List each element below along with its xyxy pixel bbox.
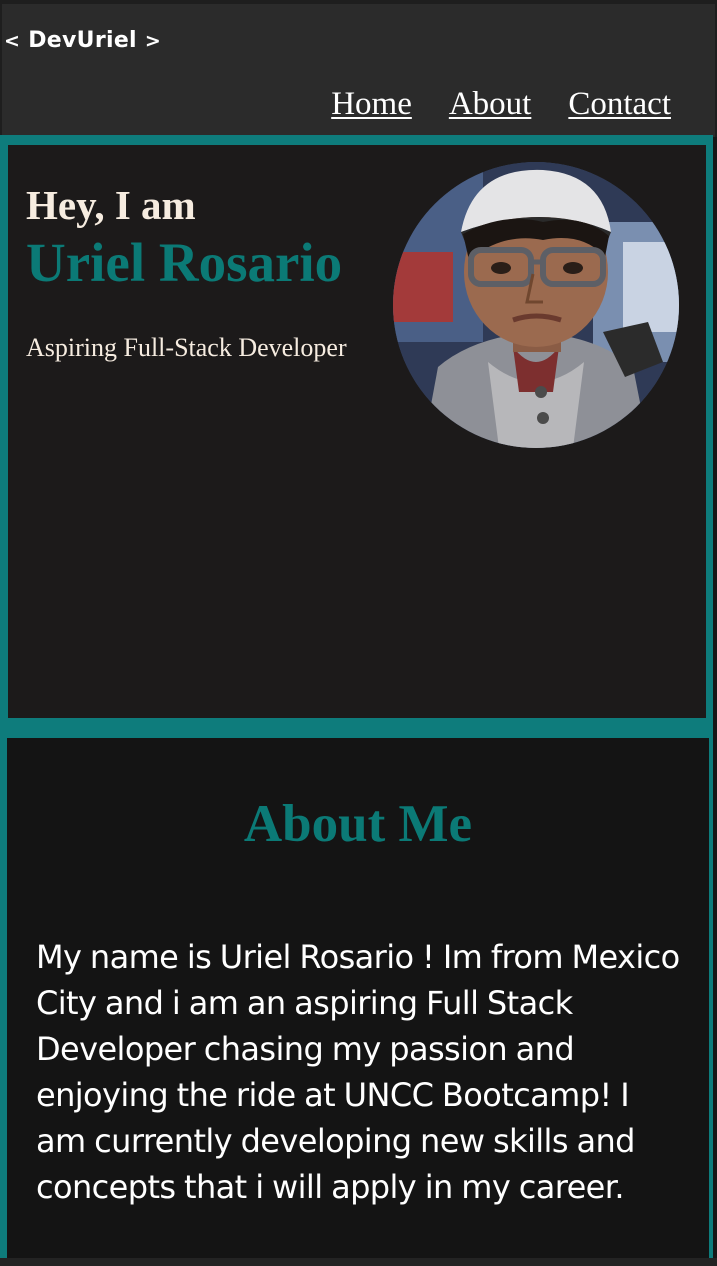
profile-photo-icon <box>393 162 679 448</box>
hero-section: Hey, I am Uriel Rosario Aspiring Full-St… <box>0 135 713 728</box>
about-title: About Me <box>243 795 473 853</box>
nav-link-home[interactable]: Home <box>331 88 412 121</box>
brand-close-bracket: > <box>144 30 162 52</box>
hero-subtitle: Aspiring Full-Stack Developer <box>26 333 347 362</box>
page: < DevUriel > Home About Contact Hey, I am … <box>0 0 717 1266</box>
nav-link-about[interactable]: About <box>449 88 532 121</box>
about-body-text: My name is Uriel Rosario ! Im from Mexic… <box>36 938 680 1206</box>
hero-greeting: Hey, I am <box>26 182 196 228</box>
bottom-strip <box>0 1258 717 1266</box>
hero-name: Uriel Rosario <box>26 232 343 293</box>
main-nav: Home About Contact <box>331 88 671 121</box>
brand-open-bracket: < <box>4 30 21 52</box>
brand-name: DevUriel <box>28 28 137 53</box>
brand-logo[interactable]: < DevUriel > <box>4 28 161 53</box>
avatar <box>393 162 679 448</box>
nav-link-contact[interactable]: Contact <box>568 88 671 121</box>
site-header: < DevUriel > Home About Contact <box>0 0 717 137</box>
about-section: About Me My name is Uriel Rosario ! Im f… <box>0 728 713 1266</box>
